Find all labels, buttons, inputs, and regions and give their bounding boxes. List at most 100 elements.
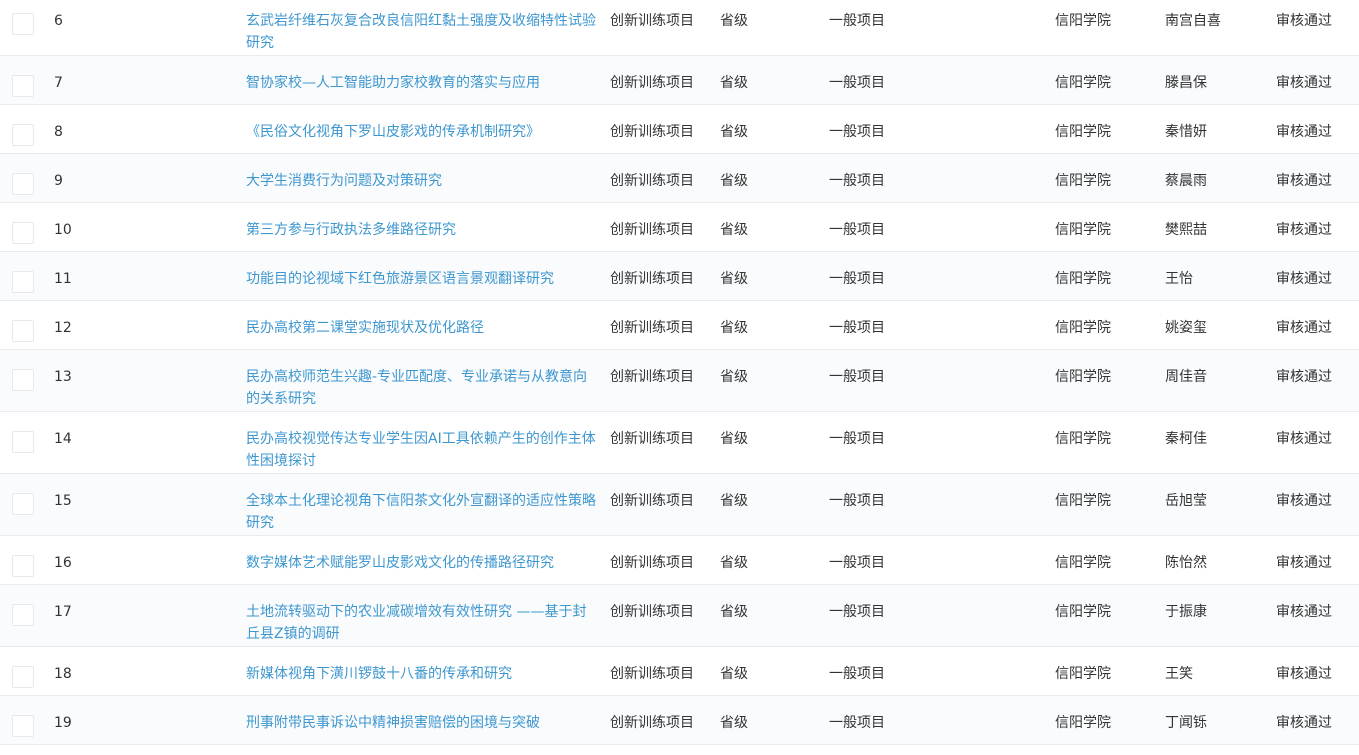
project-category: 一般项目 bbox=[829, 222, 885, 238]
project-name-link[interactable]: 全球本土化理论视角下信阳茶文化外宣翻译的适应性策略研究 bbox=[246, 490, 598, 534]
project-level: 省级 bbox=[720, 715, 748, 731]
row-checkbox[interactable] bbox=[12, 320, 34, 342]
project-leader: 周佳音 bbox=[1165, 369, 1207, 385]
school-name: 信阳学院 bbox=[1055, 666, 1111, 682]
project-leader: 岳旭莹 bbox=[1165, 493, 1207, 509]
project-leader: 滕昌保 bbox=[1165, 75, 1207, 91]
row-checkbox[interactable] bbox=[12, 604, 34, 626]
project-level: 省级 bbox=[720, 75, 748, 91]
school-name: 信阳学院 bbox=[1055, 13, 1111, 29]
project-type: 创新训练项目 bbox=[610, 604, 694, 620]
project-level: 省级 bbox=[720, 604, 748, 620]
project-category: 一般项目 bbox=[829, 124, 885, 140]
project-name-link[interactable]: 智协家校—人工智能助力家校教育的落实与应用 bbox=[246, 72, 598, 94]
project-leader: 蔡晨雨 bbox=[1165, 173, 1207, 189]
project-level: 省级 bbox=[720, 666, 748, 682]
project-category: 一般项目 bbox=[829, 715, 885, 731]
review-status: 审核通过 bbox=[1276, 222, 1332, 238]
project-category: 一般项目 bbox=[829, 555, 885, 571]
school-name: 信阳学院 bbox=[1055, 75, 1111, 91]
row-checkbox[interactable] bbox=[12, 173, 34, 195]
row-number: 9 bbox=[54, 173, 63, 189]
row-number: 8 bbox=[54, 124, 63, 140]
table-row: 13 民办高校师范生兴趣-专业匹配度、专业承诺与从教意向的关系研究 创新训练项目… bbox=[0, 350, 1359, 412]
school-name: 信阳学院 bbox=[1055, 715, 1111, 731]
row-number: 15 bbox=[54, 493, 72, 509]
row-checkbox[interactable] bbox=[12, 369, 34, 391]
project-leader: 秦惜妍 bbox=[1165, 124, 1207, 140]
review-status: 审核通过 bbox=[1276, 715, 1332, 731]
project-type: 创新训练项目 bbox=[610, 431, 694, 447]
project-type: 创新训练项目 bbox=[610, 222, 694, 238]
table-row: 18 新媒体视角下潢川锣鼓十八番的传承和研究 创新训练项目 省级 一般项目 信阳… bbox=[0, 647, 1359, 696]
project-type: 创新训练项目 bbox=[610, 124, 694, 140]
project-type: 创新训练项目 bbox=[610, 173, 694, 189]
project-level: 省级 bbox=[720, 173, 748, 189]
review-status: 审核通过 bbox=[1276, 604, 1332, 620]
project-category: 一般项目 bbox=[829, 666, 885, 682]
project-name-link[interactable]: 土地流转驱动下的农业减碳增效有效性研究 ——基于封丘县Z镇的调研 bbox=[246, 601, 598, 645]
project-category: 一般项目 bbox=[829, 173, 885, 189]
review-status: 审核通过 bbox=[1276, 124, 1332, 140]
table-row: 7 智协家校—人工智能助力家校教育的落实与应用 创新训练项目 省级 一般项目 信… bbox=[0, 56, 1359, 105]
review-status: 审核通过 bbox=[1276, 555, 1332, 571]
school-name: 信阳学院 bbox=[1055, 604, 1111, 620]
project-leader: 姚姿玺 bbox=[1165, 320, 1207, 336]
school-name: 信阳学院 bbox=[1055, 555, 1111, 571]
row-checkbox[interactable] bbox=[12, 555, 34, 577]
project-category: 一般项目 bbox=[829, 271, 885, 287]
row-number: 16 bbox=[54, 555, 72, 571]
row-checkbox[interactable] bbox=[12, 431, 34, 453]
project-type: 创新训练项目 bbox=[610, 666, 694, 682]
row-number: 18 bbox=[54, 666, 72, 682]
school-name: 信阳学院 bbox=[1055, 173, 1111, 189]
project-level: 省级 bbox=[720, 431, 748, 447]
row-checkbox[interactable] bbox=[12, 13, 34, 35]
row-checkbox[interactable] bbox=[12, 124, 34, 146]
project-leader: 南宫自喜 bbox=[1165, 13, 1221, 29]
project-category: 一般项目 bbox=[829, 13, 885, 29]
table-row: 17 土地流转驱动下的农业减碳增效有效性研究 ——基于封丘县Z镇的调研 创新训练… bbox=[0, 585, 1359, 647]
table-row: 16 数字媒体艺术赋能罗山皮影戏文化的传播路径研究 创新训练项目 省级 一般项目… bbox=[0, 536, 1359, 585]
school-name: 信阳学院 bbox=[1055, 320, 1111, 336]
project-name-link[interactable]: 功能目的论视域下红色旅游景区语言景观翻译研究 bbox=[246, 268, 598, 290]
row-number: 7 bbox=[54, 75, 63, 91]
table-row: 15 全球本土化理论视角下信阳茶文化外宣翻译的适应性策略研究 创新训练项目 省级… bbox=[0, 474, 1359, 536]
row-checkbox[interactable] bbox=[12, 715, 34, 737]
project-type: 创新训练项目 bbox=[610, 271, 694, 287]
row-checkbox[interactable] bbox=[12, 666, 34, 688]
project-name-link[interactable]: 《民俗文化视角下罗山皮影戏的传承机制研究》 bbox=[246, 121, 598, 143]
table-row: 6 玄武岩纤维石灰复合改良信阳红黏土强度及收缩特性试验研究 创新训练项目 省级 … bbox=[0, 0, 1359, 56]
school-name: 信阳学院 bbox=[1055, 369, 1111, 385]
project-name-link[interactable]: 刑事附带民事诉讼中精神损害赔偿的困境与突破 bbox=[246, 712, 598, 734]
project-name-link[interactable]: 第三方参与行政执法多维路径研究 bbox=[246, 219, 598, 241]
project-category: 一般项目 bbox=[829, 493, 885, 509]
review-status: 审核通过 bbox=[1276, 369, 1332, 385]
project-type: 创新训练项目 bbox=[610, 715, 694, 731]
row-number: 19 bbox=[54, 715, 72, 731]
project-name-link[interactable]: 民办高校视觉传达专业学生因AI工具依赖产生的创作主体性困境探讨 bbox=[246, 428, 598, 472]
project-name-link[interactable]: 大学生消费行为问题及对策研究 bbox=[246, 170, 598, 192]
project-name-link[interactable]: 民办高校第二课堂实施现状及优化路径 bbox=[246, 317, 598, 339]
row-number: 6 bbox=[54, 13, 63, 29]
project-level: 省级 bbox=[720, 222, 748, 238]
row-checkbox[interactable] bbox=[12, 222, 34, 244]
project-name-link[interactable]: 玄武岩纤维石灰复合改良信阳红黏土强度及收缩特性试验研究 bbox=[246, 10, 598, 54]
row-checkbox[interactable] bbox=[12, 493, 34, 515]
project-name-link[interactable]: 民办高校师范生兴趣-专业匹配度、专业承诺与从教意向的关系研究 bbox=[246, 366, 598, 410]
school-name: 信阳学院 bbox=[1055, 222, 1111, 238]
row-checkbox[interactable] bbox=[12, 271, 34, 293]
review-status: 审核通过 bbox=[1276, 431, 1332, 447]
row-checkbox[interactable] bbox=[12, 75, 34, 97]
project-leader: 樊熙喆 bbox=[1165, 222, 1207, 238]
project-type: 创新训练项目 bbox=[610, 75, 694, 91]
row-number: 13 bbox=[54, 369, 72, 385]
row-number: 12 bbox=[54, 320, 72, 336]
project-level: 省级 bbox=[720, 124, 748, 140]
project-name-link[interactable]: 新媒体视角下潢川锣鼓十八番的传承和研究 bbox=[246, 663, 598, 685]
project-level: 省级 bbox=[720, 493, 748, 509]
project-name-link[interactable]: 数字媒体艺术赋能罗山皮影戏文化的传播路径研究 bbox=[246, 552, 598, 574]
project-type: 创新训练项目 bbox=[610, 13, 694, 29]
project-category: 一般项目 bbox=[829, 431, 885, 447]
project-type: 创新训练项目 bbox=[610, 320, 694, 336]
